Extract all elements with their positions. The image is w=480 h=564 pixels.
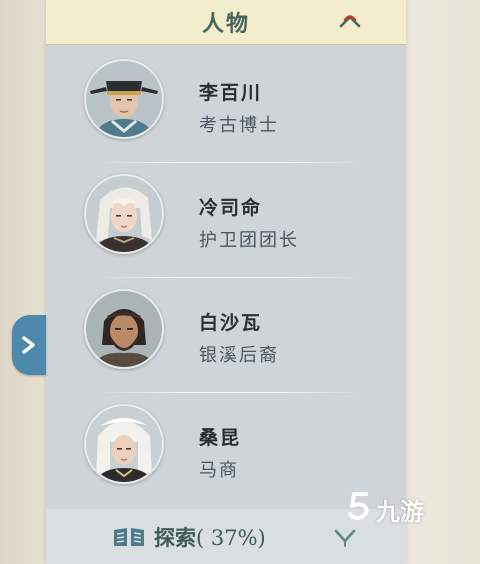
watermark-text: 九游 (376, 498, 424, 526)
list-item[interactable]: 冷司命 护卫团团长 (46, 163, 406, 278)
character-role: 马商 (199, 460, 239, 481)
list-item[interactable]: 白沙瓦 银溪后裔 (46, 278, 406, 393)
chevron-right-icon (22, 336, 35, 354)
scholar-hat-portrait-icon (86, 61, 162, 137)
avatar (84, 289, 164, 369)
character-role: 考古博士 (199, 115, 279, 136)
chevron-down-icon[interactable] (334, 527, 356, 547)
avatar (84, 404, 164, 484)
background-left (0, 0, 48, 564)
panel-header: 人物 (46, 0, 406, 45)
explore-progress-label: 探索( 37%) (154, 522, 266, 552)
character-list: 李百川 考古博士 冷司命 护卫团团长 白沙瓦 银溪后裔 桑昆 马商 (46, 48, 406, 508)
white-hood-portrait-icon (86, 406, 162, 482)
character-panel: 人物 李百川 考古博士 冷司命 护卫团团长 白沙瓦 银溪后裔 桑昆 马商 探索(… (46, 0, 406, 564)
book-icon (114, 528, 144, 546)
chevron-up-icon[interactable] (338, 12, 362, 30)
character-role: 护卫团团长 (199, 230, 299, 251)
character-name: 白沙瓦 (199, 312, 263, 334)
avatar (84, 59, 164, 139)
character-name: 冷司命 (199, 197, 263, 219)
bearded-man-portrait-icon (86, 291, 162, 367)
character-name: 李百川 (199, 82, 263, 104)
side-expand-tab[interactable] (12, 315, 46, 375)
watermark-logo-icon (348, 492, 369, 520)
background-right (406, 0, 480, 564)
list-item[interactable]: 李百川 考古博士 (46, 48, 406, 163)
explore-progress-text: ( 37%) (196, 526, 266, 550)
watermark: 九游 (346, 488, 442, 530)
avatar (84, 174, 164, 254)
explore-label: 探索 (154, 525, 196, 550)
character-role: 银溪后裔 (199, 345, 279, 366)
white-hair-woman-portrait-icon (86, 176, 162, 252)
character-name: 桑昆 (199, 427, 242, 449)
